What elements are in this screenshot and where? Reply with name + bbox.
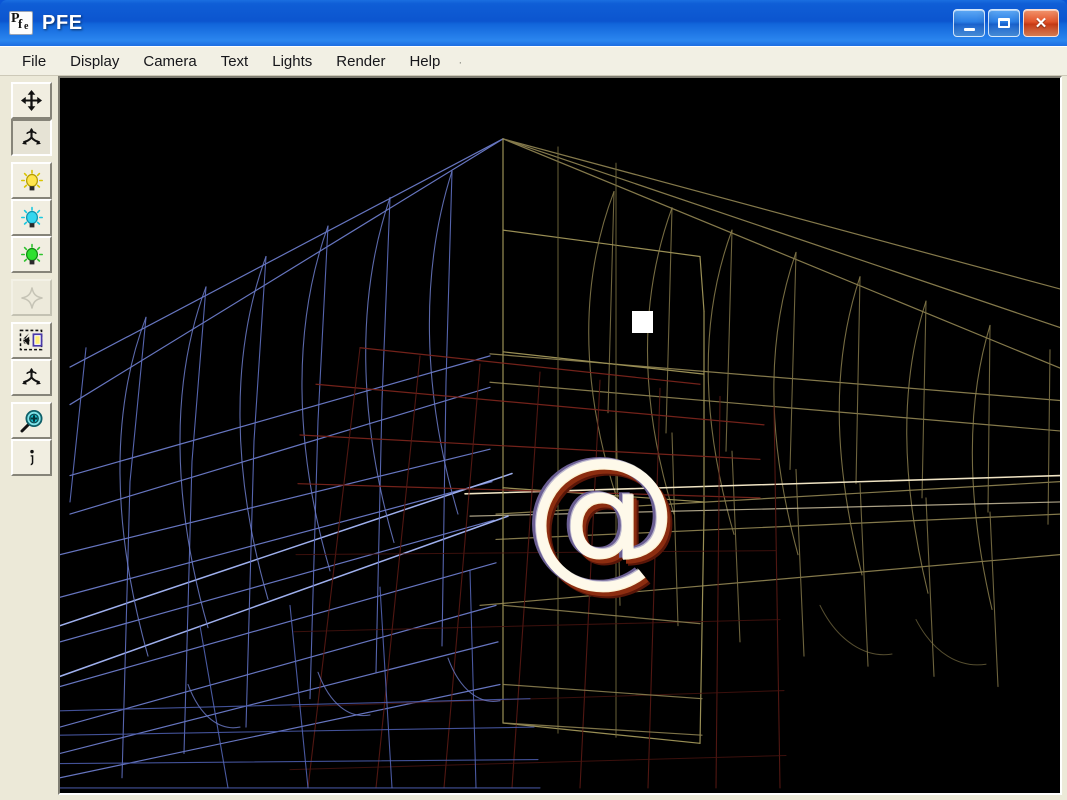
rotate-object-tool[interactable]: [11, 359, 52, 396]
pfe-application-window: P f e PFE ✕ File Display Camera Text Lig…: [0, 0, 1067, 800]
star-sparkle-icon: [20, 286, 44, 310]
pfe-app-icon: P f e: [9, 11, 33, 35]
menu-help[interactable]: Help: [397, 50, 452, 73]
menu-lights[interactable]: Lights: [260, 50, 324, 73]
window-title: PFE: [42, 11, 83, 34]
select-rectangle-icon: [19, 329, 44, 352]
menu-bar: File Display Camera Text Lights Render H…: [0, 46, 1067, 76]
maximize-button[interactable]: [988, 9, 1020, 37]
rotate-object-icon: [20, 366, 43, 389]
rotate-arrows-icon: [20, 126, 43, 149]
selection-marker[interactable]: [632, 311, 653, 333]
pan-move-tool[interactable]: [11, 82, 52, 119]
menu-display[interactable]: Display: [58, 50, 131, 73]
at-glyph-highlight: @: [525, 424, 677, 601]
select-region-tool[interactable]: [11, 322, 52, 359]
sparkle-tool[interactable]: [11, 279, 52, 316]
window-controls: ✕: [953, 9, 1061, 37]
menu-file[interactable]: File: [10, 50, 58, 73]
close-icon: ✕: [1034, 14, 1048, 32]
close-button[interactable]: ✕: [1023, 9, 1059, 37]
move-four-arrows-icon: [20, 89, 43, 112]
magnifier-plus-icon: [20, 409, 44, 433]
menu-camera[interactable]: Camera: [131, 50, 208, 73]
green-bulb-icon: [20, 243, 44, 267]
app-icon-glyph-f: f: [18, 16, 23, 31]
menu-trailing-dot: ·: [458, 54, 463, 69]
menu-render[interactable]: Render: [324, 50, 397, 73]
info-i-icon: [22, 447, 42, 469]
title-bar: P f e PFE ✕: [0, 0, 1067, 46]
info-tool[interactable]: [11, 439, 52, 476]
menu-text[interactable]: Text: [209, 50, 261, 73]
client-area: @ @ @ @ @: [0, 76, 1067, 800]
cyan-bulb-icon: [20, 206, 44, 230]
light-yellow-tool[interactable]: [11, 162, 52, 199]
zoom-in-tool[interactable]: [11, 402, 52, 439]
left-toolbar: [5, 76, 58, 795]
light-cyan-tool[interactable]: [11, 199, 52, 236]
app-icon-glyph-e: e: [24, 21, 29, 32]
yellow-bulb-icon: [20, 169, 44, 193]
light-green-tool[interactable]: [11, 236, 52, 273]
minimize-button[interactable]: [953, 9, 985, 37]
render-viewport[interactable]: @ @ @ @ @: [60, 78, 1060, 793]
rendered-text-object: @ @ @ @ @: [522, 424, 683, 601]
rotate-view-tool[interactable]: [11, 119, 52, 156]
viewport-frame: @ @ @ @ @: [58, 76, 1062, 795]
